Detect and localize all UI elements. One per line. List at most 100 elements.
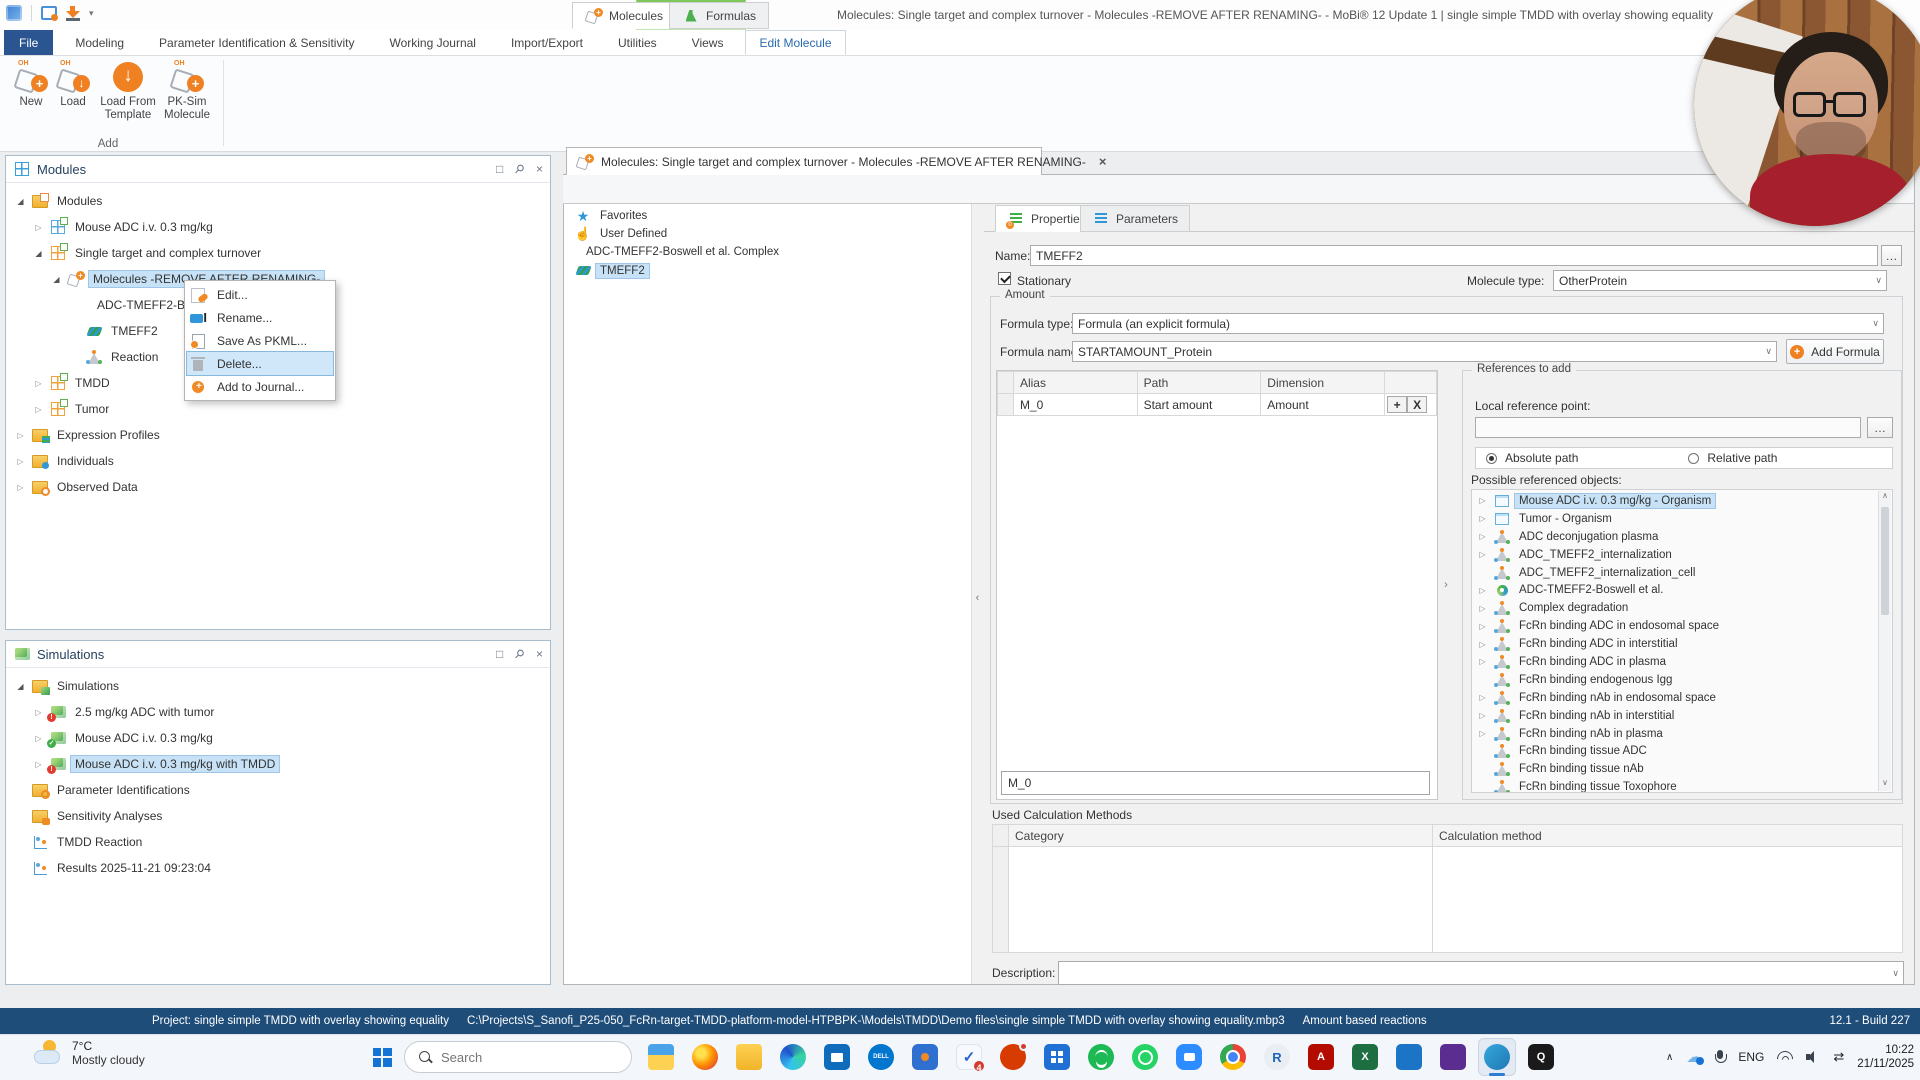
expander-icon[interactable] (32, 405, 45, 414)
apps-grid-icon[interactable] (1044, 1044, 1070, 1070)
expander-icon[interactable] (14, 431, 27, 440)
referenced-object-item[interactable]: ADC-TMEFF2-Boswell et al. (1474, 581, 1892, 599)
chrome-icon[interactable] (1220, 1044, 1246, 1070)
simulations-tree-item[interactable]: Mouse ADC i.v. 0.3 mg/kg with TMDD (6, 751, 550, 777)
taskbar-app-slot[interactable]: A (1302, 1038, 1340, 1076)
simulations-tree-item[interactable]: Parameter Identifications (6, 777, 550, 803)
expander-icon[interactable] (50, 275, 63, 284)
referenced-object-item[interactable]: FcRn binding endogenous Igg (1474, 671, 1892, 689)
menu-tab[interactable]: Edit Molecule (745, 30, 845, 55)
referenced-object-item[interactable]: FcRn binding nAb in interstitial (1474, 707, 1892, 725)
taskbar-app-slot[interactable] (994, 1038, 1032, 1076)
cell-path[interactable]: Start amount (1137, 394, 1261, 416)
referenced-object-item[interactable]: Complex degradation (1474, 599, 1892, 617)
menu-tab[interactable]: Parameter Identification & Sensitivity (146, 30, 367, 55)
blue-app-icon[interactable] (1396, 1044, 1422, 1070)
scroll-down-icon[interactable]: ∨ (1879, 778, 1891, 791)
add-reference-button[interactable]: + (1387, 396, 1407, 413)
simulations-tree-item[interactable]: Sensitivity Analyses (6, 803, 550, 829)
name-ellipsis-button[interactable]: … (1881, 245, 1902, 266)
col-category[interactable]: Category (1009, 825, 1433, 847)
expander-icon[interactable] (32, 223, 45, 232)
wifi-icon[interactable] (1777, 1051, 1793, 1063)
simulations-tree-item[interactable]: TMDD Reaction (6, 829, 550, 855)
context-menu-item[interactable]: Delete... (187, 352, 333, 375)
tab-molecules[interactable]: Molecules (572, 2, 676, 29)
excel-icon[interactable]: X (1352, 1044, 1378, 1070)
col-method[interactable]: Calculation method (1433, 825, 1903, 847)
expander-icon[interactable] (14, 197, 27, 206)
menu-tab[interactable]: Utilities (605, 30, 670, 55)
expander-icon[interactable] (32, 734, 45, 743)
onedrive-icon[interactable]: ☁ (1686, 1047, 1702, 1067)
taskbar-app-slot[interactable]: ✓ 4 (950, 1038, 988, 1076)
referenced-object-item[interactable]: ADC_TMEFF2_internalization (1474, 546, 1892, 564)
taskbar-app-slot[interactable] (906, 1038, 944, 1076)
load-molecule-button[interactable]: OH Load (44, 60, 102, 136)
formula-name-select[interactable]: STARTAMOUNT_Protein (1072, 341, 1777, 362)
save-project-icon[interactable] (66, 6, 80, 21)
expander-icon[interactable] (32, 249, 45, 258)
referenced-object-item[interactable]: FcRn binding tissue Toxophore (1474, 778, 1892, 793)
remove-reference-button[interactable]: X (1407, 396, 1427, 413)
menu-tab[interactable]: File (4, 30, 53, 55)
referenced-object-item[interactable]: FcRn binding nAb in endosomal space (1474, 689, 1892, 707)
referenced-object-item[interactable]: FcRn binding ADC in interstitial (1474, 635, 1892, 653)
referenced-object-item[interactable]: FcRn binding tissue nAb (1474, 760, 1892, 778)
taskbar-app-slot[interactable]: R (1258, 1038, 1296, 1076)
col-alias[interactable]: Alias (1013, 372, 1137, 394)
relative-path-radio[interactable] (1688, 453, 1699, 464)
scroll-thumb[interactable] (1881, 507, 1889, 615)
volume-icon[interactable] (1806, 1051, 1820, 1063)
local-reference-field[interactable] (1475, 417, 1861, 438)
tray-chevron-icon[interactable]: ∧ (1666, 1052, 1673, 1063)
taskbar-app-slot[interactable] (1126, 1038, 1164, 1076)
col-dimension[interactable]: Dimension (1261, 372, 1385, 394)
modules-tree-item[interactable]: Mouse ADC i.v. 0.3 mg/kg (6, 214, 550, 240)
camera-app-icon[interactable] (1176, 1044, 1202, 1070)
expander-icon[interactable] (1476, 532, 1489, 541)
absolute-path-radio[interactable] (1486, 453, 1497, 464)
taskbar-app-slot[interactable] (1478, 1038, 1516, 1076)
firefox-icon[interactable] (692, 1044, 718, 1070)
taskbar-app-slot[interactable]: Q (1522, 1038, 1560, 1076)
formula-text-field[interactable]: M_0 (1001, 771, 1430, 795)
simulations-tree-item[interactable]: 2.5 mg/kg ADC with tumor (6, 699, 550, 725)
taskbar-app-slot[interactable] (642, 1038, 680, 1076)
molecule-list-item[interactable]: ADC-TMEFF2-Boswell et al. Complex (564, 243, 971, 261)
modules-tree-item[interactable]: Individuals (6, 448, 550, 474)
context-menu-item[interactable]: Rename... (187, 306, 333, 329)
referenced-object-item[interactable]: FcRn binding ADC in endosomal space (1474, 617, 1892, 635)
taskbar-app-slot[interactable] (1390, 1038, 1428, 1076)
open-project-icon[interactable] (41, 6, 57, 20)
taskbar-app-slot[interactable] (774, 1038, 812, 1076)
taskbar-app-slot[interactable] (1434, 1038, 1472, 1076)
expander-icon[interactable] (1476, 640, 1489, 649)
molecule-type-select[interactable]: OtherProtein (1553, 270, 1887, 291)
expander-icon[interactable] (1476, 729, 1489, 738)
table-row[interactable]: M_0 Start amount Amount +X (998, 394, 1437, 416)
menu-tab[interactable]: Working Journal (376, 30, 488, 55)
expander-icon[interactable] (1476, 586, 1489, 595)
simulations-tree-item[interactable]: Mouse ADC i.v. 0.3 mg/kg (6, 725, 550, 751)
scroll-up-icon[interactable]: ∧ (1879, 491, 1891, 504)
expander-icon[interactable] (32, 379, 45, 388)
local-reference-ellipsis-button[interactable]: … (1867, 417, 1893, 438)
edge-icon[interactable] (780, 1044, 806, 1070)
microphone-icon[interactable] (1715, 1050, 1725, 1065)
mobi-icon[interactable] (1484, 1044, 1510, 1070)
context-menu-item[interactable]: Save As PKML... (187, 329, 333, 352)
col-path[interactable]: Path (1137, 372, 1261, 394)
todo-icon[interactable]: ✓ 4 (956, 1044, 982, 1070)
referenced-object-item[interactable]: FcRn binding nAb in plasma (1474, 725, 1892, 743)
referenced-object-item[interactable]: Mouse ADC i.v. 0.3 mg/kg - Organism (1474, 492, 1892, 510)
menu-tab[interactable]: Views (679, 30, 737, 55)
description-field[interactable] (1058, 961, 1904, 985)
modules-tree-item[interactable]: Observed Data (6, 474, 550, 500)
expander-icon[interactable] (14, 457, 27, 466)
taskbar-app-slot[interactable]: DELL (862, 1038, 900, 1076)
referenced-object-item[interactable]: Tumor - Organism (1474, 510, 1892, 528)
clock[interactable]: 10:2221/11/2025 (1857, 1043, 1914, 1071)
close-icon[interactable]: × (536, 647, 543, 661)
network-sync-icon[interactable]: ⇄ (1833, 1049, 1844, 1065)
